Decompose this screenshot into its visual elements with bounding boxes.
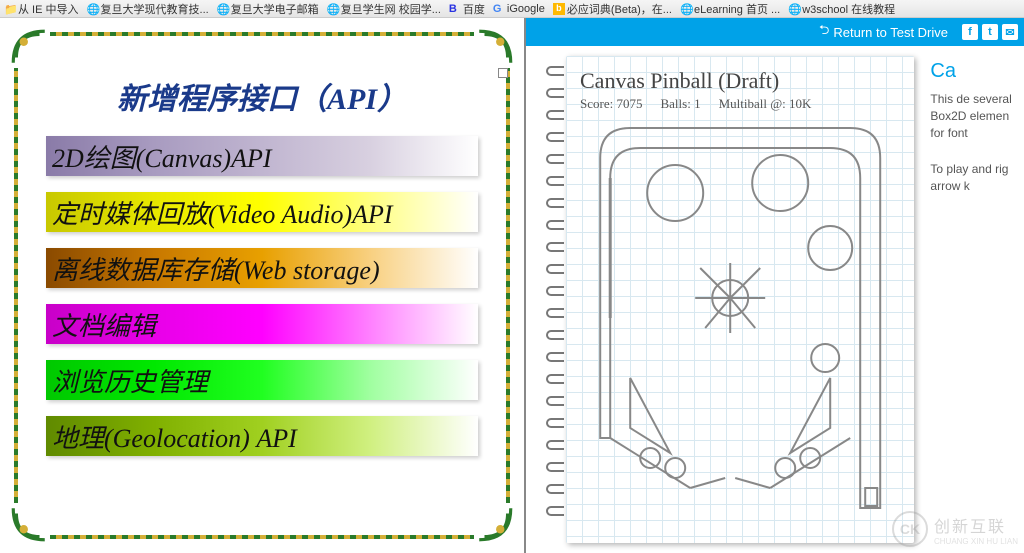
facebook-icon[interactable]: f [962,24,978,40]
watermark-sub: CHUANG XIN HU LIAN [934,537,1018,546]
watermark-text: 创新互联 [934,513,1018,537]
bookmark-elearning[interactable]: 🌐eLearning 首页 ... [680,1,780,17]
side-title: Ca [930,60,1018,83]
api-item-storage: 离线数据库存储(Web storage) [46,248,478,288]
return-label: Return to Test Drive [833,25,948,40]
bing-icon: b [553,3,565,15]
baidu-icon: B [449,3,461,15]
testdrive-pane: ⮌ Return to Test Drive f t ✉ Canvas Pinb… [524,18,1024,553]
bookmark-fudan-student[interactable]: 🌐复旦学生网 校园学... [327,1,441,17]
globe-icon: 🌐 [217,3,229,15]
score-value: 7075 [616,96,642,111]
globe-icon: 🌐 [788,3,800,15]
mail-icon[interactable]: ✉ [1002,24,1018,40]
watermark-logo: CK [892,511,928,547]
api-item-editing: 文档编辑 [46,304,478,344]
pinball-game[interactable]: Canvas Pinball (Draft) Score: 7075 Balls… [526,46,924,553]
slide-pane: 新增程序接口（API） 2D绘图(Canvas)API 定时媒体回放(Video… [0,18,524,553]
arrow-left-icon: ⮌ [819,21,829,43]
bookmark-ie-import[interactable]: 📁从 IE 中导入 [4,1,79,17]
balls-value: 1 [694,96,701,111]
watermark: CK 创新互联 CHUANG XIN HU LIAN [892,511,1018,547]
globe-icon: 🌐 [680,3,692,15]
folder-icon: 📁 [4,3,16,15]
multiball-value: 10K [789,96,811,111]
api-item-video-audio: 定时媒体回放(Video Audio)API [46,192,478,232]
corner-ornament [8,503,50,545]
bookmark-igoogle[interactable]: GiGoogle [493,3,545,15]
bookmark-fudan-mail[interactable]: 🌐复旦大学电子邮箱 [217,1,319,17]
game-title: Canvas Pinball (Draft) [580,68,900,94]
api-item-geolocation: 地理(Geolocation) API [46,416,478,456]
bookmark-baidu[interactable]: B百度 [449,1,485,17]
pinball-board[interactable] [580,118,900,518]
corner-ornament [474,503,516,545]
twitter-icon[interactable]: t [982,24,998,40]
testdrive-header: ⮌ Return to Test Drive f t ✉ [526,18,1024,46]
notebook-spiral [546,66,566,533]
globe-icon: 🌐 [87,3,99,15]
bookmark-w3school[interactable]: 🌐w3school 在线教程 [788,1,895,17]
side-paragraph-1: This de several Box2D elemen for font [930,91,1018,141]
game-stats: Score: 7075 Balls: 1 Multiball @: 10K [580,96,900,112]
description-panel: Ca This de several Box2D elemen for font… [924,46,1024,553]
google-icon: G [493,3,505,15]
bookmark-bing[interactable]: b必应词典(Beta)，在... [553,1,672,17]
bookmark-fudan-edu[interactable]: 🌐复旦大学现代教育技... [87,1,209,17]
globe-icon: 🌐 [327,3,339,15]
bookmark-bar: 📁从 IE 中导入 🌐复旦大学现代教育技... 🌐复旦大学电子邮箱 🌐复旦学生网… [0,0,1024,18]
return-link[interactable]: ⮌ Return to Test Drive [819,21,948,43]
api-item-canvas: 2D绘图(Canvas)API [46,136,478,176]
border-edge [50,535,474,539]
slide-title: 新增程序接口（API） [46,74,478,118]
side-paragraph-2: To play and rig arrow k [930,161,1018,195]
api-item-history: 浏览历史管理 [46,360,478,400]
